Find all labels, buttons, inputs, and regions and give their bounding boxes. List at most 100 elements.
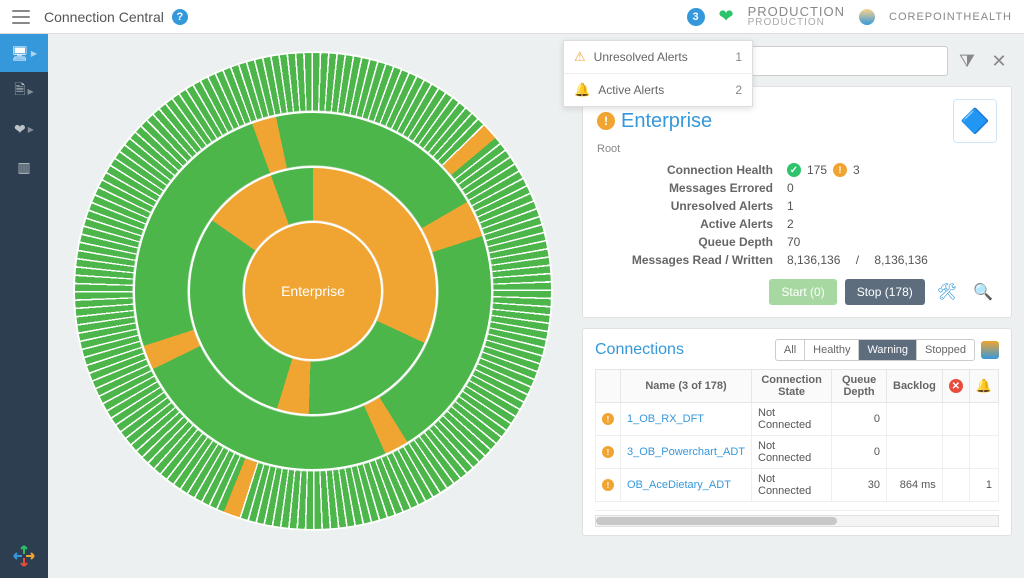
alerts-dropdown-unresolved[interactable]: ⚠ Unresolved Alerts 1	[564, 41, 752, 73]
menu-icon[interactable]	[12, 10, 30, 24]
row-alerts	[969, 403, 998, 436]
app-header: Connection Central ? 3 ❤ PRODUCTION PROD…	[0, 0, 1024, 34]
ok-status-icon: ✓	[787, 163, 801, 177]
connections-filter-tabs: All Healthy Warning Stopped	[775, 339, 975, 361]
sidebar-item-documents[interactable]: 🗎▶	[0, 72, 48, 110]
gauge-icon[interactable]	[981, 341, 999, 359]
table-row[interactable]: ! 1_OB_RX_DFT Not Connected 0	[596, 403, 999, 436]
tab-all[interactable]: All	[776, 340, 805, 360]
row-backlog: 864 ms	[887, 469, 943, 502]
connections-title: Connections	[595, 341, 684, 359]
filter-button[interactable]: ⧩	[954, 46, 980, 76]
unresolved-alerts-label: Unresolved Alerts	[594, 50, 688, 64]
horizontal-scrollbar[interactable]	[595, 515, 999, 527]
col-name[interactable]: Name (3 of 178)	[621, 370, 752, 403]
stat-queue: 70	[787, 235, 800, 249]
help-icon[interactable]: ?	[172, 9, 188, 25]
sunburst-center-label: Enterprise	[281, 283, 345, 299]
row-queue: 0	[832, 436, 887, 469]
row-backlog	[887, 403, 943, 436]
magnifier-icon: 🔍	[973, 284, 993, 301]
sidebar-item-health[interactable]: ❤▶	[0, 110, 48, 148]
active-alerts-count: 2	[735, 83, 742, 97]
row-status-icon: !	[602, 413, 614, 425]
entity-icon: 🔷	[953, 99, 997, 143]
stat-written: 8,136,136	[874, 253, 927, 267]
warn-status-icon: !	[833, 163, 847, 177]
app-logo-icon	[12, 544, 36, 568]
sunburst-chart[interactable]: Enterprise	[68, 46, 558, 566]
row-status-icon: !	[602, 446, 614, 458]
stat-label-unresolved: Unresolved Alerts	[597, 199, 787, 213]
start-button[interactable]: Start (0)	[769, 279, 836, 305]
stat-unresolved: 1	[787, 199, 794, 213]
heart-icon: ❤	[14, 121, 26, 138]
sidebar-item-monitor[interactable]: 🖥▶	[0, 34, 48, 72]
chevron-right-icon: ▶	[28, 125, 34, 134]
status-warning-icon: !	[597, 112, 615, 130]
stat-label-errored: Messages Errored	[597, 181, 787, 195]
row-name[interactable]: 3_OB_Powerchart_ADT	[621, 436, 752, 469]
tab-healthy[interactable]: Healthy	[805, 340, 859, 360]
error-column-icon: ✕	[949, 379, 963, 393]
alerts-dropdown: ⚠ Unresolved Alerts 1 🔔 Active Alerts 2	[563, 40, 753, 107]
table-row[interactable]: ! 3_OB_Powerchart_ADT Not Connected 0	[596, 436, 999, 469]
row-state: Not Connected	[752, 469, 832, 502]
alert-icon: ⚠	[574, 49, 586, 65]
bell-icon: 🔔	[574, 82, 590, 98]
stat-active: 2	[787, 217, 794, 231]
connections-panel: Connections All Healthy Warning Stopped …	[582, 328, 1012, 536]
connections-table: Name (3 of 178) Connection State Queue D…	[595, 369, 999, 502]
row-alerts: 1	[969, 469, 998, 502]
main-content: Enterprise ⚠ Unresolved Alerts 1 🔔 Activ…	[48, 34, 1024, 578]
stat-errored: 0	[787, 181, 794, 195]
stat-label-active: Active Alerts	[597, 217, 787, 231]
col-state[interactable]: Connection State	[752, 370, 832, 403]
row-status-icon: !	[602, 479, 614, 491]
environment-label: PRODUCTION PRODUCTION	[748, 5, 845, 28]
tab-stopped[interactable]: Stopped	[917, 340, 974, 360]
chevron-right-icon: ▶	[28, 87, 34, 96]
row-alerts	[969, 436, 998, 469]
table-row[interactable]: ! OB_AceDietary_ADT Not Connected 30 864…	[596, 469, 999, 502]
wrench-icon: 🛠	[937, 284, 957, 301]
row-queue: 30	[832, 469, 887, 502]
col-queue[interactable]: Queue Depth	[832, 370, 887, 403]
stat-label-connection-health: Connection Health	[597, 163, 787, 177]
row-queue: 0	[832, 403, 887, 436]
close-icon: ✕	[991, 51, 1006, 72]
row-name[interactable]: 1_OB_RX_DFT	[621, 403, 752, 436]
alert-count-badge[interactable]: 3	[687, 8, 705, 26]
row-backlog	[887, 436, 943, 469]
document-icon: 🗎	[14, 79, 25, 103]
stat-health-ok: 175	[807, 163, 827, 177]
sunburst-center[interactable]: Enterprise	[243, 221, 383, 361]
alert-column-icon: 🔔	[976, 378, 992, 393]
col-backlog[interactable]: Backlog	[887, 370, 943, 403]
details-title: Enterprise	[621, 110, 712, 133]
stat-label-queue: Queue Depth	[597, 235, 787, 249]
stat-read: 8,136,136	[787, 253, 840, 267]
chevron-right-icon: ▶	[31, 49, 37, 58]
settings-button[interactable]: 🛠	[933, 282, 961, 302]
clear-filter-button[interactable]: ✕	[986, 46, 1012, 76]
sidebar: 🖥▶ 🗎▶ ❤▶ ▥	[0, 34, 48, 578]
user-name: COREPOINTHEALTH	[889, 11, 1012, 23]
stop-button[interactable]: Stop (178)	[845, 279, 925, 305]
row-name[interactable]: OB_AceDietary_ADT	[621, 469, 752, 502]
env-sub: PRODUCTION	[748, 18, 845, 28]
active-alerts-label: Active Alerts	[598, 83, 664, 97]
user-avatar-icon[interactable]	[859, 9, 875, 25]
alerts-dropdown-active[interactable]: 🔔 Active Alerts 2	[564, 73, 752, 106]
stat-label-rw: Messages Read / Written	[597, 253, 787, 267]
row-state: Not Connected	[752, 403, 832, 436]
unresolved-alerts-count: 1	[735, 50, 742, 64]
inspect-button[interactable]: 🔍	[969, 282, 997, 302]
monitor-icon: 🖥	[11, 45, 29, 62]
details-panel: ! Enterprise 🔷 Root Connection Health ✓1…	[582, 86, 1012, 318]
sidebar-item-analytics[interactable]: ▥	[0, 148, 48, 186]
tab-warning[interactable]: Warning	[859, 340, 917, 360]
app-title: Connection Central	[44, 9, 164, 25]
row-state: Not Connected	[752, 436, 832, 469]
heartbeat-icon: ❤	[719, 6, 734, 27]
